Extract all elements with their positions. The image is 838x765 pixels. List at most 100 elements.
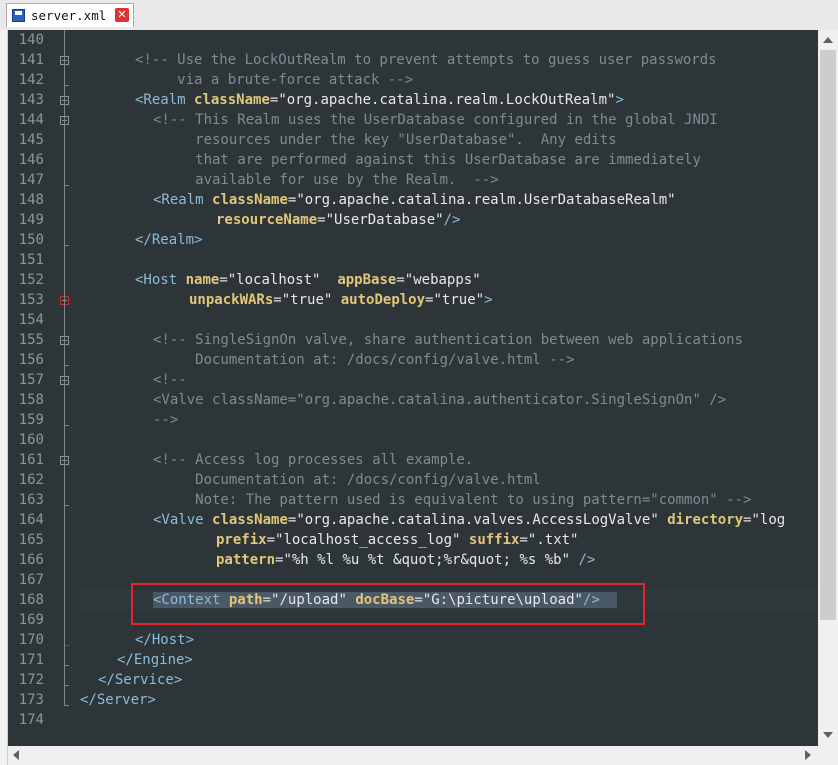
code-token: appBase — [337, 272, 397, 288]
code-line-173: </Server> — [80, 690, 156, 710]
line-number: 165 — [18, 532, 44, 548]
code-token: = — [317, 212, 326, 228]
line-number: 174 — [18, 712, 44, 728]
scroll-thumb[interactable] — [820, 50, 836, 620]
line-number: 140 — [18, 32, 44, 48]
code-token: </Server> — [80, 692, 156, 708]
line-number: 163 — [18, 492, 44, 508]
code-line-161: <!-- Access log processes all example. — [153, 450, 473, 470]
line-number: 172 — [18, 672, 44, 688]
code-line-158: <Valve className="org.apache.catalina.au… — [153, 390, 726, 410]
close-icon[interactable]: ✕ — [115, 8, 129, 22]
code-token: </Service> — [98, 672, 183, 688]
code-token: <Valve className="org.apache.catalina.au… — [153, 392, 727, 408]
code-token: ".txt" — [527, 532, 579, 548]
scroll-right-icon[interactable] — [805, 750, 811, 760]
code-line-141: <!-- Use the LockOutRealm to prevent att… — [135, 50, 717, 70]
horizontal-scrollbar[interactable] — [8, 746, 818, 765]
code-token: <!-- This Realm uses the UserDatabase co… — [153, 112, 718, 128]
code-line-164: <Valve className="org.apache.catalina.va… — [153, 510, 785, 530]
vertical-scrollbar[interactable] — [818, 30, 838, 746]
code-token: "org.apache.catalina.realm.UserDatabaseR… — [296, 192, 676, 208]
code-token: </Engine> — [117, 652, 193, 668]
code-line-147: available for use by the Realm. --> — [153, 170, 498, 190]
highlight-box — [131, 583, 645, 625]
code-token: = — [273, 292, 282, 308]
code-area[interactable]: <!-- Use the LockOutRealm to prevent att… — [80, 30, 818, 746]
code-token: > — [615, 92, 624, 108]
code-token: "%h %l %u %t &quot;%r&quot; %s %b" — [283, 552, 571, 568]
line-number: 168 — [18, 592, 44, 608]
code-token: that are performed against this UserData… — [153, 152, 701, 168]
code-token: "log — [751, 512, 786, 528]
code-line-144: <!-- This Realm uses the UserDatabase co… — [153, 110, 718, 130]
save-icon — [12, 9, 25, 22]
line-number: 150 — [18, 232, 44, 248]
line-number: 160 — [18, 432, 44, 448]
code-token: <!-- Access log processes all example. — [153, 452, 474, 468]
code-token: Documentation at: /docs/config/valve.htm… — [153, 352, 575, 368]
line-number: 173 — [18, 692, 44, 708]
line-number: 164 — [18, 512, 44, 528]
code-token: </Realm> — [135, 232, 203, 248]
code-token: via a brute-force attack --> — [135, 72, 414, 88]
code-line-159: --> — [153, 410, 178, 430]
code-token: Note: The pattern used is equivalent to … — [153, 492, 752, 508]
line-number: 170 — [18, 632, 44, 648]
line-number: 151 — [18, 252, 44, 268]
scroll-left-icon[interactable] — [13, 750, 19, 760]
code-line-170: </Host> — [135, 630, 194, 650]
left-panel-edge — [0, 30, 8, 765]
code-line-157: <!-- — [153, 370, 187, 390]
code-token: <Realm — [135, 92, 186, 108]
code-line-155: <!-- SingleSignOn valve, share authentic… — [153, 330, 743, 350]
code-line-152: <Host name="localhost" appBase="webapps" — [135, 270, 481, 290]
code-token: "org.apache.catalina.valves.AccessLogVal… — [296, 512, 659, 528]
line-number: 153 — [18, 292, 44, 308]
code-token: suffix — [468, 532, 520, 548]
tab-label: server.xml — [31, 8, 107, 23]
code-line-145: resources under the key "UserDatabase". … — [153, 130, 616, 150]
line-number: 154 — [18, 312, 44, 328]
line-number: 143 — [18, 92, 44, 108]
line-number: 148 — [18, 192, 44, 208]
code-token: resourceName — [216, 212, 318, 228]
code-line-156: Documentation at: /docs/config/valve.htm… — [153, 350, 574, 370]
line-number: 155 — [18, 332, 44, 348]
code-token: pattern — [216, 552, 276, 568]
tab-server-xml[interactable]: server.xml ✕ — [6, 3, 134, 27]
code-line-150: </Realm> — [135, 230, 202, 250]
fold-end-icon — [64, 685, 69, 686]
code-token: <Valve — [153, 512, 204, 528]
line-number: 156 — [18, 352, 44, 368]
line-number: 149 — [18, 212, 44, 228]
code-token: Documentation at: /docs/config/valve.htm… — [153, 472, 541, 488]
code-token: </Host> — [135, 632, 195, 648]
scroll-up-icon[interactable] — [823, 37, 833, 43]
fold-line-outer — [64, 30, 65, 705]
line-number: 162 — [18, 472, 44, 488]
code-token: /> — [443, 212, 461, 228]
code-editor[interactable]: 140 141 142 143 144 145 146 147 148 149 150 151 152 1… — [8, 30, 818, 746]
code-line-149: resourceName="UserDatabase"/> — [216, 210, 460, 230]
fold-end-icon — [64, 665, 69, 666]
code-line-165: prefix="localhost_access_log" suffix=".t… — [216, 530, 578, 550]
code-token: unpackWARs — [189, 292, 274, 308]
code-line-143: <Realm className="org.apache.catalina.re… — [135, 90, 624, 110]
code-token: prefix — [216, 532, 267, 548]
line-number-gutter: 140 141 142 143 144 145 146 147 148 149 150 151 152 1… — [8, 30, 72, 746]
code-token: <Host — [135, 272, 178, 288]
line-number: 144 — [18, 112, 44, 128]
scroll-down-icon[interactable] — [823, 732, 833, 738]
line-number: 145 — [18, 132, 44, 148]
code-line-172: </Service> — [98, 670, 182, 690]
line-number: 142 — [18, 72, 44, 88]
fold-end-icon — [64, 705, 69, 706]
code-line-153: unpackWARs="true" autoDeploy="true"> — [189, 290, 493, 310]
code-token: <Realm — [153, 192, 204, 208]
line-number: 146 — [18, 152, 44, 168]
line-number: 157 — [18, 372, 44, 388]
scroll-corner — [818, 746, 838, 765]
code-token: > — [484, 292, 493, 308]
code-line-142: via a brute-force attack --> — [135, 70, 413, 90]
